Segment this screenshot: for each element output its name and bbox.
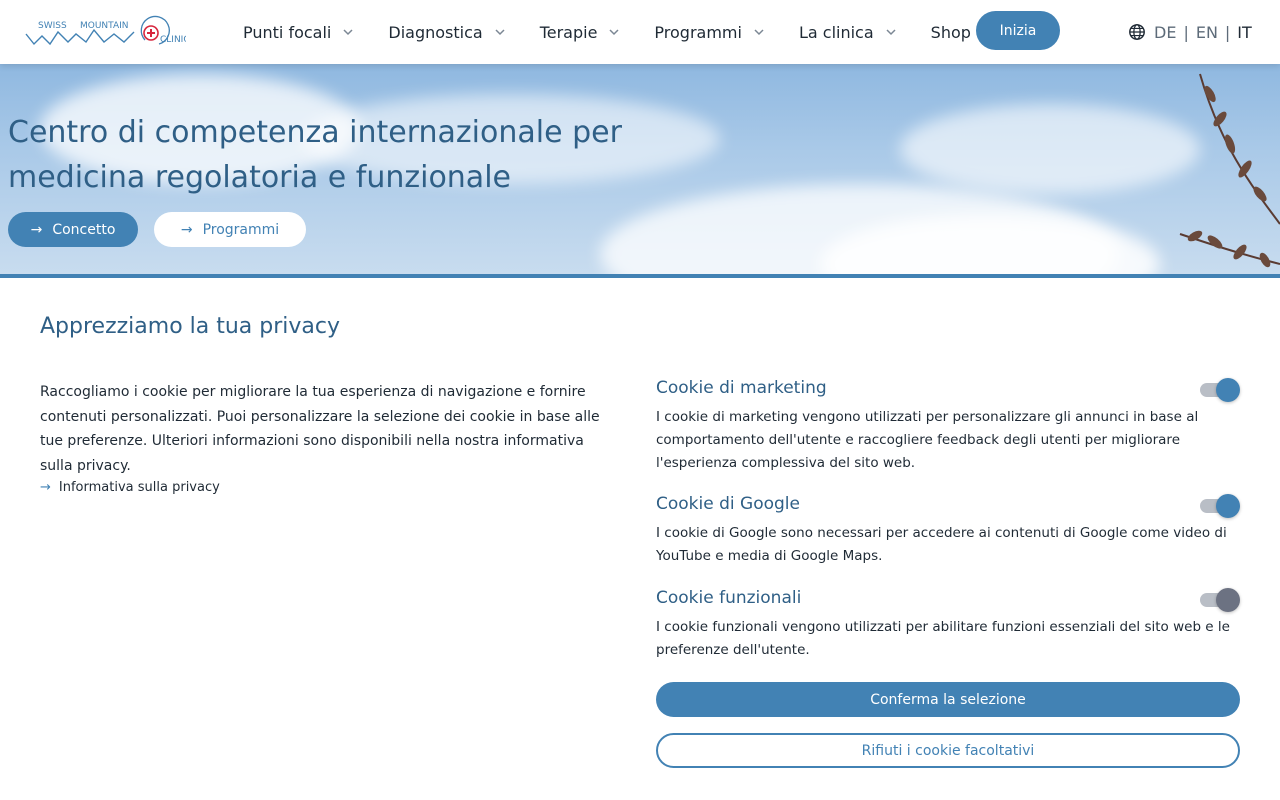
chevron-down-icon bbox=[343, 29, 353, 36]
nav-item-label: Punti focali bbox=[243, 22, 332, 42]
cookie-functional-toggle[interactable] bbox=[1200, 588, 1240, 612]
privacy-policy-link-label: Informativa sulla privacy bbox=[58, 480, 220, 495]
nav-item-diagnostica[interactable]: Diagnostica bbox=[388, 23, 505, 42]
branch-decoration bbox=[1179, 73, 1280, 268]
cookie-marketing: Cookie di marketing I cookie di marketin… bbox=[656, 378, 1240, 475]
confirm-selection-button[interactable]: Conferma la selezione bbox=[656, 682, 1240, 717]
nav-item-la-clinica[interactable]: La clinica bbox=[799, 23, 897, 42]
privacy-title: Apprezziamo la tua privacy bbox=[40, 314, 341, 339]
cookie-marketing-description: I cookie di marketing vengono utilizzati… bbox=[656, 409, 1199, 471]
start-button[interactable]: Inizia bbox=[976, 11, 1060, 50]
nav-item-label: Programmi bbox=[654, 22, 742, 42]
cookie-marketing-title: Cookie di marketing bbox=[656, 378, 827, 398]
chevron-down-icon bbox=[495, 29, 505, 36]
chevron-down-icon bbox=[754, 29, 764, 36]
nav-item-label: Shop bbox=[930, 22, 971, 42]
cookie-google-title: Cookie di Google bbox=[656, 494, 800, 514]
lang-option-de[interactable]: DE bbox=[1154, 23, 1176, 42]
lang-option-en[interactable]: EN bbox=[1196, 23, 1218, 42]
lang-option-it[interactable]: IT bbox=[1237, 23, 1252, 42]
cookie-functional-description: I cookie funzionali vengono utilizzati p… bbox=[656, 619, 1230, 658]
nav-item-punti-focali[interactable]: Punti focali bbox=[243, 23, 354, 42]
concept-button[interactable]: → Concetto bbox=[8, 212, 138, 247]
cookie-google-toggle[interactable] bbox=[1200, 494, 1240, 518]
concept-button-label: Concetto bbox=[52, 221, 116, 238]
privacy-policy-link[interactable]: → Informativa sulla privacy bbox=[40, 480, 220, 495]
programs-button[interactable]: → Programmi bbox=[154, 212, 306, 247]
svg-text:SWISS: SWISS bbox=[38, 21, 67, 31]
cookie-functional-title: Cookie funzionali bbox=[656, 588, 802, 608]
hero-banner: Centro di competenza internazionale per … bbox=[0, 64, 1280, 274]
swiss-mountain-clinic-logo[interactable]: SWISS MOUNTAIN CLINIC bbox=[24, 14, 190, 50]
reject-optional-cookies-button[interactable]: Rifiuti i cookie facoltativi bbox=[656, 733, 1240, 768]
hero-divider bbox=[0, 274, 1280, 278]
chevron-down-icon bbox=[886, 29, 896, 36]
cookie-functional: Cookie funzionali I cookie funzionali ve… bbox=[656, 588, 1240, 662]
arrow-right-icon: → bbox=[180, 221, 193, 238]
main-nav: Punti focali Diagnostica Terapie Program… bbox=[243, 0, 1005, 64]
nav-item-label: La clinica bbox=[798, 22, 874, 42]
cookie-marketing-toggle[interactable] bbox=[1200, 378, 1240, 402]
programs-button-label: Programmi bbox=[202, 221, 280, 238]
toggle-knob bbox=[1216, 494, 1240, 518]
arrow-right-icon: → bbox=[40, 480, 51, 495]
nav-item-terapie[interactable]: Terapie bbox=[540, 23, 621, 42]
hero-title: Centro di competenza internazionale per … bbox=[8, 115, 622, 195]
globe-icon bbox=[1129, 24, 1145, 40]
lang-separator: | bbox=[1224, 22, 1231, 42]
svg-text:MOUNTAIN: MOUNTAIN bbox=[80, 21, 129, 31]
svg-text:CLINIC: CLINIC bbox=[160, 35, 186, 45]
nav-item-programmi[interactable]: Programmi bbox=[654, 23, 765, 42]
toggle-knob bbox=[1216, 588, 1240, 612]
lang-separator: | bbox=[1183, 22, 1189, 42]
arrow-right-icon: → bbox=[30, 221, 43, 238]
toggle-knob bbox=[1216, 378, 1240, 402]
nav-item-label: Terapie bbox=[539, 22, 598, 42]
nav-item-label: Diagnostica bbox=[388, 22, 483, 42]
language-switcher: DE | EN | IT bbox=[1128, 0, 1252, 64]
site-header: SWISS MOUNTAIN CLINIC Punti focali Diagn… bbox=[0, 0, 1280, 64]
cookie-google-description: I cookie di Google sono necessari per ac… bbox=[656, 525, 1227, 564]
cookie-google: Cookie di Google I cookie di Google sono… bbox=[656, 494, 1240, 568]
nav-item-shop[interactable]: Shop bbox=[931, 23, 971, 42]
chevron-down-icon bbox=[609, 29, 619, 36]
privacy-description: Raccogliamo i cookie per migliorare la t… bbox=[40, 384, 600, 474]
